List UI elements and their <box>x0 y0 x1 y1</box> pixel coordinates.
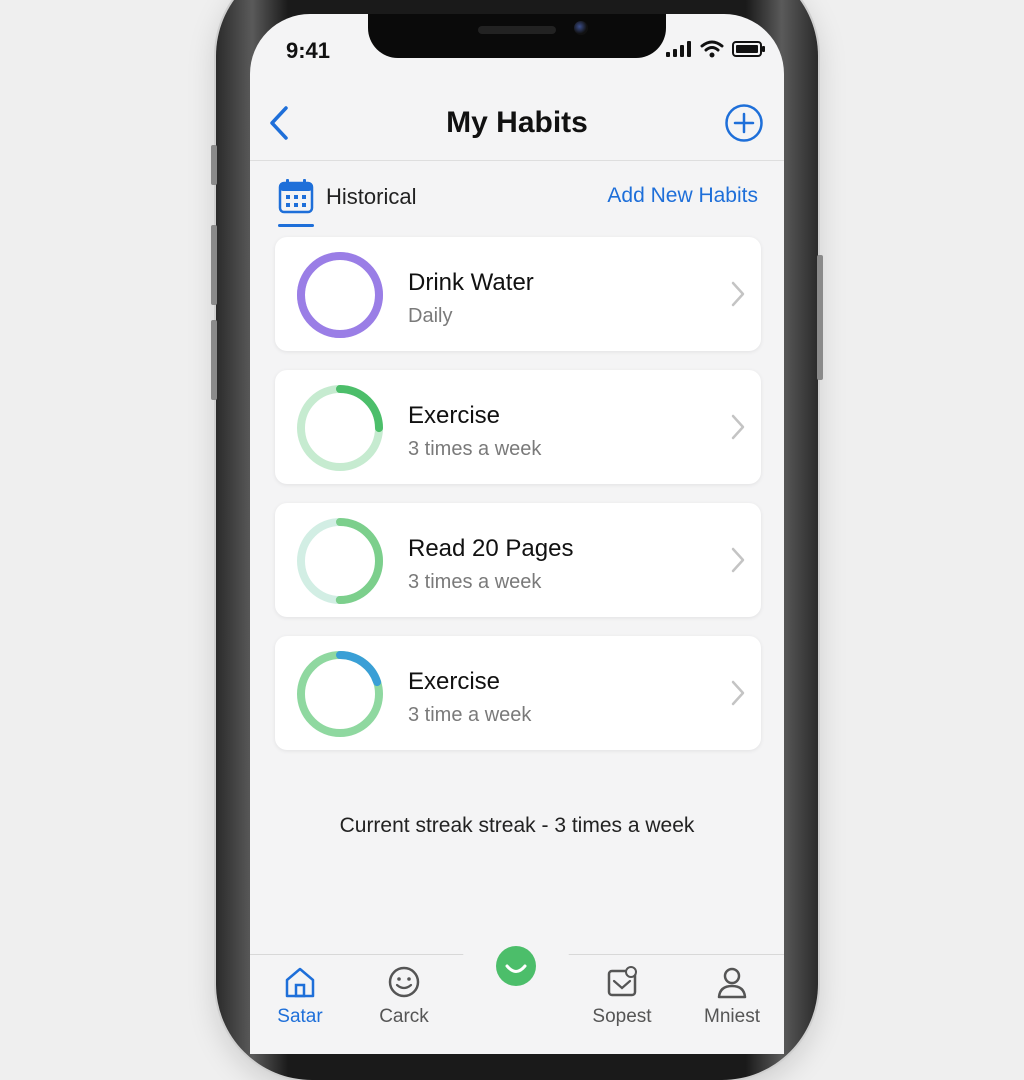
tab-label: Sopest <box>592 1006 652 1027</box>
chevron-right-icon <box>731 680 745 706</box>
smiley-icon <box>388 966 420 998</box>
historical-label: Historical <box>326 184 417 209</box>
page-title: My Habits <box>446 106 588 139</box>
battery-icon <box>732 41 765 57</box>
habit-frequency: 3 time a week <box>408 704 532 726</box>
habit-name: Exercise <box>408 402 501 429</box>
habit-name: Drink Water <box>408 269 534 296</box>
chevron-right-icon <box>731 281 745 307</box>
habit-frequency: Daily <box>408 305 453 327</box>
tab-satar[interactable]: Satar <box>250 964 350 1028</box>
habit-card[interactable]: Drink Water Daily <box>275 237 761 351</box>
smile-icon <box>505 964 527 973</box>
status-time: 9:41 <box>286 38 331 63</box>
side-button <box>211 225 217 305</box>
tab-carck[interactable]: Carck <box>354 964 454 1028</box>
progress-ring <box>297 385 383 471</box>
habit-card[interactable]: Exercise 3 time a week <box>275 636 761 750</box>
side-button <box>817 255 823 380</box>
active-tab-indicator <box>278 224 314 227</box>
progress-ring <box>297 518 383 604</box>
side-button <box>211 320 217 400</box>
speaker <box>478 26 556 34</box>
habit-card[interactable]: Read 20 Pages 3 times a week <box>275 503 761 617</box>
phone-screen: 9:41 My Habits Historical Add New Habits… <box>250 14 784 1054</box>
habit-frequency: 3 times a week <box>408 571 542 593</box>
habit-name: Read 20 Pages <box>408 535 574 562</box>
mail-icon <box>607 966 637 997</box>
chevron-right-icon <box>731 414 745 440</box>
sub-header: Historical Add New Habits <box>278 178 758 228</box>
habit-card[interactable]: Exercise 3 times a week <box>275 370 761 484</box>
tab-label: Satar <box>277 1006 323 1027</box>
historical-tab[interactable]: Historical <box>278 178 416 228</box>
progress-ring <box>297 252 383 338</box>
streak-text: Current streak streak - 3 times a week <box>339 814 695 837</box>
tab-sopest[interactable]: Sopest <box>572 964 672 1028</box>
add-habit-button[interactable] <box>724 103 764 143</box>
tab-label: Mniest <box>704 1006 760 1027</box>
add-new-habits-link[interactable]: Add New Habits <box>607 184 758 208</box>
habit-name: Exercise <box>408 668 501 695</box>
calendar-icon <box>278 179 314 214</box>
notch <box>368 14 666 58</box>
profile-icon <box>717 967 747 999</box>
center-action-button[interactable] <box>496 946 536 986</box>
navigation-bar: My Habits <box>250 86 784 161</box>
signal-icon <box>666 41 691 57</box>
chevron-right-icon <box>731 547 745 573</box>
tab-mniest[interactable]: Mniest <box>682 964 782 1028</box>
status-icons <box>666 40 766 58</box>
home-icon <box>285 967 315 998</box>
wifi-icon <box>700 40 724 58</box>
progress-ring <box>297 651 383 737</box>
tab-label: Carck <box>379 1006 429 1027</box>
front-camera <box>574 21 588 35</box>
side-button <box>211 145 217 185</box>
habit-frequency: 3 times a week <box>408 438 542 460</box>
